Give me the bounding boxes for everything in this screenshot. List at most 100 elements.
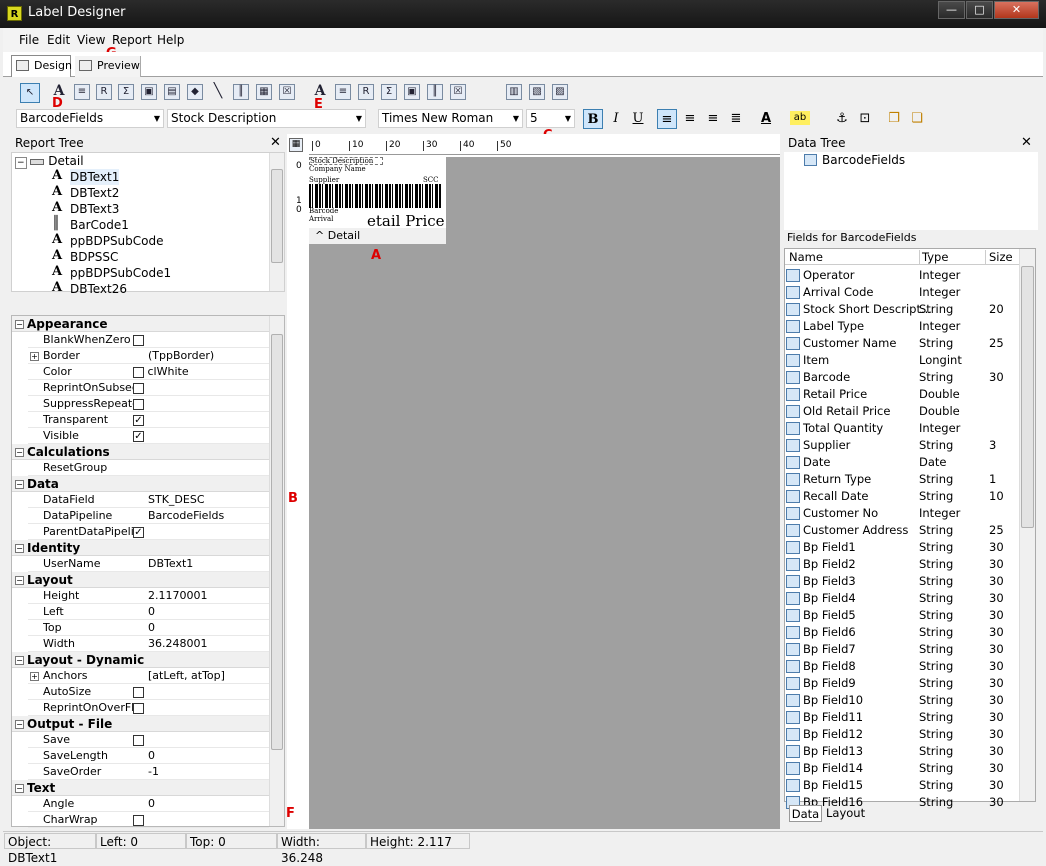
property-value[interactable]: clWhite (133, 364, 189, 380)
field-row[interactable]: Bp Field3 String 30 (785, 573, 1019, 590)
category-layout_dyn[interactable]: − Layout - Dynamic (12, 652, 269, 668)
property-value[interactable]: 0 (148, 620, 155, 636)
tree-item[interactable]: BarCode1 (70, 217, 129, 233)
field-row[interactable]: Date Date (785, 454, 1019, 471)
field-row[interactable]: Bp Field14 String 30 (785, 760, 1019, 777)
italic-button[interactable]: I (606, 109, 626, 129)
property-value[interactable]: DBText1 (148, 556, 193, 572)
property-row[interactable]: ResetGroup (28, 460, 269, 476)
property-checkbox[interactable] (133, 332, 144, 348)
tree-item[interactable]: BDPSSC (70, 249, 118, 265)
align-right-icon[interactable]: ≡ (703, 109, 723, 129)
props-scrollbar[interactable] (269, 316, 284, 826)
label-scc[interactable]: SCC (423, 177, 439, 184)
field-row[interactable]: Bp Field11 String 30 (785, 709, 1019, 726)
checkbox-icon[interactable] (133, 686, 144, 698)
font-color-icon[interactable]: A (756, 109, 776, 129)
tree-item[interactable]: ppBDPSubCode (70, 233, 164, 249)
field-row[interactable]: Customer Name String 25 (785, 335, 1019, 352)
property-value[interactable]: 0 (148, 604, 155, 620)
label-retail-price[interactable]: etail Price (367, 213, 445, 229)
collapse-icon[interactable]: − (15, 448, 24, 457)
dbcheckbox-tool-icon[interactable]: ☒ (450, 84, 466, 100)
property-value[interactable]: 2.1170001 (148, 588, 208, 604)
category-output[interactable]: − Output - File (12, 716, 269, 732)
category-identity[interactable]: − Identity (12, 540, 269, 556)
data-tree-item[interactable]: BarcodeFields (822, 153, 905, 167)
maximize-button[interactable]: □ (966, 1, 993, 19)
property-value[interactable]: 36.248001 (148, 636, 208, 652)
tab-layout[interactable]: Layout (826, 806, 865, 820)
field-row[interactable]: Bp Field12 String 30 (785, 726, 1019, 743)
close-button[interactable]: ✕ (994, 1, 1039, 19)
property-row[interactable]: SaveLength 0 (28, 748, 269, 764)
underline-button[interactable]: U (628, 109, 648, 129)
collapse-icon[interactable]: − (15, 784, 24, 793)
menu-file[interactable]: File (19, 33, 39, 47)
property-row[interactable]: Color clWhite (28, 364, 269, 380)
field-row[interactable]: Supplier String 3 (785, 437, 1019, 454)
tree-item[interactable]: DBText3 (70, 201, 119, 217)
tree-scrollbar[interactable] (269, 153, 284, 291)
region-tool-icon[interactable]: ▥ (506, 84, 522, 100)
menu-edit[interactable]: Edit (47, 33, 70, 47)
justify-icon[interactable]: ≣ (726, 109, 746, 129)
crosstab-tool-icon[interactable]: ▨ (552, 84, 568, 100)
property-row[interactable]: Left 0 (28, 604, 269, 620)
property-checkbox[interactable] (133, 812, 144, 828)
field-row[interactable]: Operator Integer (785, 267, 1019, 284)
bring-front-icon[interactable]: ❐ (884, 109, 904, 129)
property-row[interactable]: ParentDataPipeline ✓ (28, 524, 269, 540)
property-row[interactable]: Save (28, 732, 269, 748)
property-value[interactable]: 0 (148, 748, 155, 764)
field-row[interactable]: Retail Price Double (785, 386, 1019, 403)
property-row[interactable]: + Border (TppBorder) (28, 348, 269, 364)
calc-tool-icon[interactable]: Σ (118, 84, 134, 100)
image-tool-icon[interactable]: ▣ (141, 84, 157, 100)
field-row[interactable]: Item Longint (785, 352, 1019, 369)
checkbox-icon[interactable] (133, 334, 144, 346)
2d-barcode-tool-icon[interactable]: ▦ (256, 84, 272, 100)
dbcalc-tool-icon[interactable]: Σ (381, 84, 397, 100)
dbmemo-tool-icon[interactable]: ≡ (335, 84, 351, 100)
property-row[interactable]: Width 36.248001 (28, 636, 269, 652)
label-arrival[interactable]: Arrival (309, 216, 333, 223)
grid-icon[interactable]: ▦ (289, 138, 303, 152)
property-row[interactable]: Height 2.1170001 (28, 588, 269, 604)
label-company[interactable]: Company Name (309, 166, 383, 173)
property-row[interactable]: Angle 0 (28, 796, 269, 812)
shape-tool-icon[interactable]: ◆ (187, 84, 203, 100)
property-row[interactable]: SaveOrder -1 (28, 764, 269, 780)
col-type[interactable]: Type (919, 250, 948, 264)
line-tool-icon[interactable]: ╲ (210, 84, 226, 100)
bold-button[interactable]: B (583, 109, 603, 129)
property-row[interactable]: DataPipeline BarcodeFields (28, 508, 269, 524)
label-stock[interactable]: Stock Description (309, 157, 383, 165)
expand-icon[interactable]: + (30, 352, 39, 361)
field-row[interactable]: Bp Field4 String 30 (785, 590, 1019, 607)
menu-help[interactable]: Help (157, 33, 184, 47)
checkbox-checked-icon[interactable]: ✓ (133, 526, 144, 538)
send-back-icon[interactable]: ❏ (907, 109, 927, 129)
field-row[interactable]: Bp Field6 String 30 (785, 624, 1019, 641)
barcode-graphic[interactable] (309, 184, 441, 208)
category-data[interactable]: − Data (12, 476, 269, 492)
field-row[interactable]: Barcode String 30 (785, 369, 1019, 386)
field-row[interactable]: Customer Address String 25 (785, 522, 1019, 539)
tab-preview[interactable]: Preview (75, 56, 141, 77)
dbrichtext-tool-icon[interactable]: R (358, 84, 374, 100)
property-row[interactable]: CharWrap (28, 812, 269, 828)
picture-tool-icon[interactable]: ▤ (164, 84, 180, 100)
field-row[interactable]: Bp Field5 String 30 (785, 607, 1019, 624)
field-row[interactable]: Bp Field7 String 30 (785, 641, 1019, 658)
checkbox-icon[interactable] (133, 734, 144, 746)
tree-node-detail[interactable]: − Detail (15, 153, 84, 169)
richtext-tool-icon[interactable]: R (96, 84, 112, 100)
property-value[interactable]: BarcodeFields (148, 508, 224, 524)
col-name[interactable]: Name (789, 250, 823, 264)
category-text[interactable]: − Text (12, 780, 269, 796)
property-checkbox[interactable] (133, 396, 144, 412)
property-row[interactable]: ReprintOnOverFlow (28, 700, 269, 716)
tree-item[interactable]: DBText2 (70, 185, 119, 201)
collapse-icon[interactable]: − (15, 480, 24, 489)
